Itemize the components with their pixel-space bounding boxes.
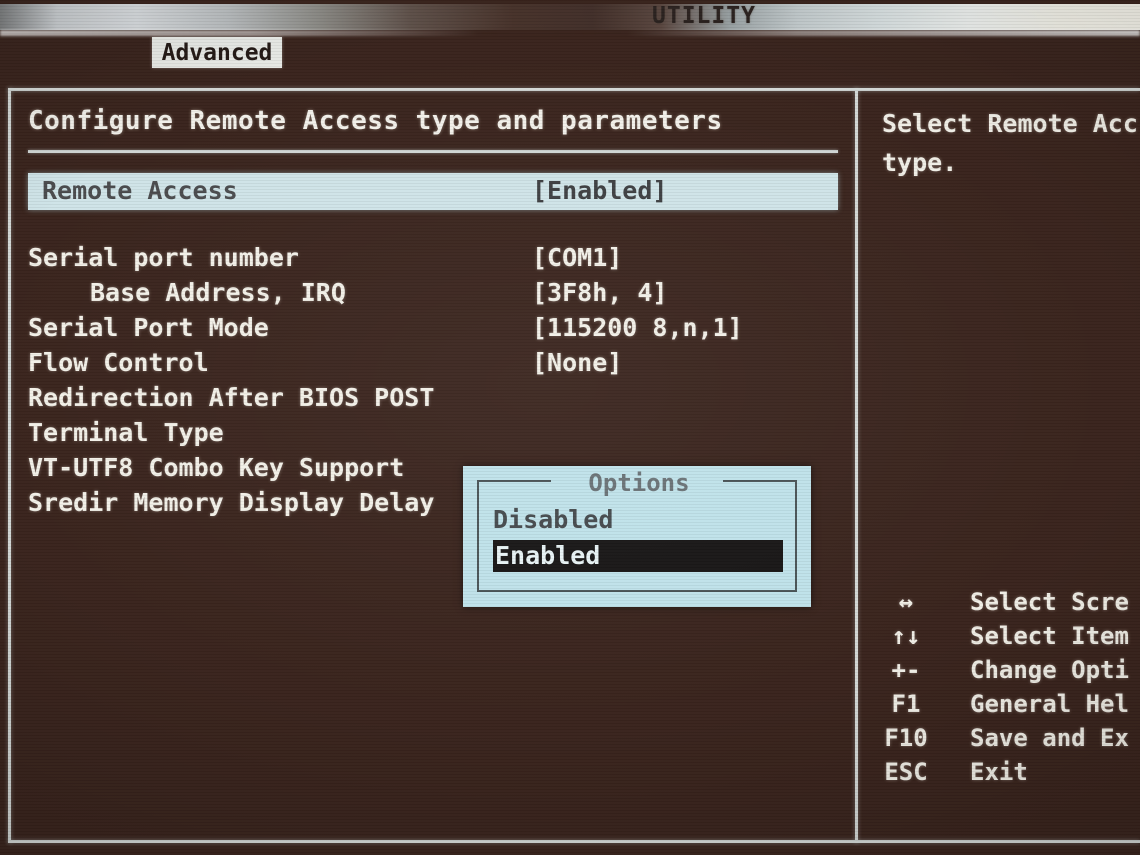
key-legend-key: F10 [884,724,928,752]
setting-label: Serial Port Mode [28,313,269,342]
key-legend-row: ↑↓ Select Item [858,622,1140,656]
setting-label: Sredir Memory Display Delay [28,488,435,517]
popup-option-selected[interactable]: Enabled [493,540,783,572]
page-title: Configure Remote Access type and paramet… [28,106,723,136]
setting-row[interactable]: Flow Control [None] [28,348,838,382]
utility-title: UTILITY [652,3,756,29]
key-legend-key: F1 [891,690,921,718]
key-legend-row: ESC Exit [858,758,1140,792]
bios-setup-screen: UTILITY Advanced Configure Remote Access… [0,0,1140,855]
key-legend-description: General Hel [970,690,1129,718]
key-legend-key: ESC [884,758,928,786]
key-legend-key: ↑↓ [891,622,921,650]
popup-option[interactable]: Disabled [493,504,783,536]
key-legend-row: ↔ Select Scre [858,588,1140,622]
setting-label: Remote Access [42,176,238,205]
setting-row[interactable]: Terminal Type [28,418,838,452]
key-legend-key: ↔ [898,588,914,616]
setting-row[interactable]: Redirection After BIOS POST [28,383,838,417]
key-legend-description: Select Item [970,622,1129,650]
setting-value: [3F8h, 4] [532,278,668,307]
help-text: Select Remote Acc type. [882,104,1140,182]
setting-label: Base Address, IRQ [90,278,346,307]
settings-pane: Configure Remote Access type and paramet… [11,88,847,843]
key-legend-key: +- [891,656,921,684]
key-legend: ↔ Select Scre ↑↓ Select Item +- Change Opti F1… [858,588,1140,792]
setting-label: Terminal Type [28,418,224,447]
setting-label: Serial port number [28,243,299,272]
tab-advanced[interactable]: Advanced [152,37,282,68]
key-legend-row: +- Change Opti [858,656,1140,690]
setting-value: [115200 8,n,1] [532,313,743,342]
key-legend-row: F1 General Hel [858,690,1140,724]
setting-value: [None] [532,348,623,377]
key-legend-description: Save and Ex [970,724,1129,752]
key-legend-description: Change Opti [970,656,1129,684]
setting-label: VT-UTF8 Combo Key Support [28,453,405,482]
header-glare-band [0,4,1140,30]
help-text-line: Select Remote Acc [882,109,1138,138]
setting-value: [COM1] [532,243,623,272]
setting-label: Redirection After BIOS POST [28,383,435,412]
key-legend-description: Select Scre [970,588,1129,616]
setting-row[interactable]: Serial Port Mode [115200 8,n,1] [28,313,838,347]
key-legend-row: F10 Save and Ex [858,724,1140,758]
popup-title: Options [588,469,690,497]
help-text-line: type. [882,148,958,177]
setting-row-remote-access[interactable]: Remote Access [Enabled] [28,173,838,210]
setting-row[interactable]: Base Address, IRQ [3F8h, 4] [28,278,838,312]
key-legend-description: Exit [970,758,1028,786]
setting-value: [Enabled] [532,176,668,205]
help-pane: Select Remote Acc type. ↔ Select Scre ↑↓ Sel… [858,88,1140,843]
setting-row[interactable]: Serial port number [COM1] [28,243,838,277]
setting-label: Flow Control [28,348,209,377]
title-divider [28,150,838,153]
tab-advanced-label: Advanced [161,39,273,66]
options-popup-dialog[interactable]: Options Disabled Enabled [463,466,811,607]
header-band-shadow [0,30,1140,36]
